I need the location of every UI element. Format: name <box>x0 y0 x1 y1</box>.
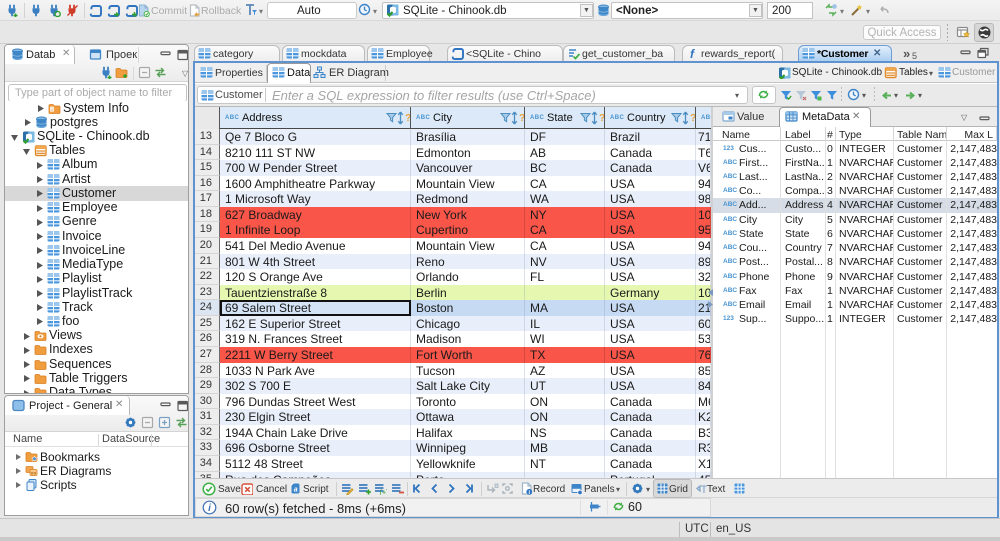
svg-text:i: i <box>208 503 211 514</box>
svg-text:oo: oo <box>31 470 37 475</box>
svg-text:a: a <box>294 487 298 494</box>
svg-text:(+): (+) <box>380 490 387 496</box>
svg-text:f: f <box>690 47 695 60</box>
svg-text:i: i <box>51 106 52 111</box>
